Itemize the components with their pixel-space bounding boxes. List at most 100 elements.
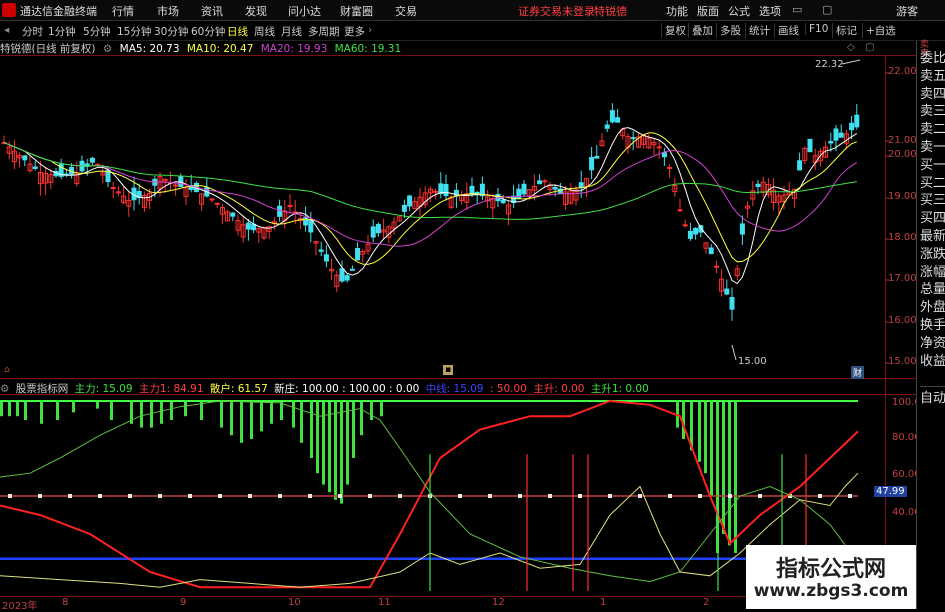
indicator-name[interactable]: 股票指标网 bbox=[16, 383, 69, 395]
chart-expand-icon[interactable]: ▢ bbox=[865, 42, 874, 53]
candle-body bbox=[578, 182, 584, 188]
main-force-bar bbox=[310, 401, 313, 458]
x-tick-oct: 10 bbox=[288, 597, 301, 608]
candle-body bbox=[355, 248, 361, 261]
x-tick-feb: 2 bbox=[703, 597, 710, 608]
side-item-3[interactable]: 卖三 bbox=[920, 100, 945, 119]
main-force-bar bbox=[300, 401, 303, 443]
candle-body bbox=[318, 249, 324, 252]
candle-body bbox=[724, 288, 730, 295]
side-item-12[interactable]: 涨幅 bbox=[920, 261, 945, 280]
side-item-7[interactable]: 买二 bbox=[920, 172, 945, 191]
scroll-marker-icon[interactable]: ▪ bbox=[443, 365, 454, 375]
main-force-bar bbox=[704, 401, 707, 474]
candle-body bbox=[443, 184, 449, 197]
price-tick-18: 18.00 bbox=[888, 232, 917, 243]
candle-body bbox=[537, 180, 543, 185]
candle-body bbox=[833, 128, 839, 141]
fifty-dot bbox=[458, 494, 462, 498]
price-tick-16: 16.00 bbox=[888, 315, 917, 326]
candle-body bbox=[344, 275, 350, 281]
price-tick-20: 20.00 bbox=[888, 149, 917, 160]
fifty-dot bbox=[668, 494, 672, 498]
main-force-bar bbox=[346, 401, 349, 485]
main-force-bar bbox=[322, 401, 325, 485]
side-item-13[interactable]: 总量 bbox=[920, 278, 945, 297]
main-force-bar bbox=[0, 401, 3, 417]
side-item-16[interactable]: 净资 bbox=[920, 332, 945, 351]
ind-rise1: 主升1: 0.00 bbox=[590, 383, 649, 395]
main-force-bar bbox=[734, 401, 737, 553]
side-item-8[interactable]: 买三 bbox=[920, 189, 945, 208]
fifty-dot bbox=[728, 494, 732, 498]
indicator-settings-icon[interactable]: ⚙ bbox=[0, 383, 9, 395]
main-force-bar bbox=[710, 401, 713, 496]
high-annotation-line bbox=[841, 59, 861, 65]
x-tick-aug: 8 bbox=[62, 597, 69, 608]
ind-retail: 散户: 61.57 bbox=[209, 383, 268, 395]
side-item-10[interactable]: 最新 bbox=[920, 225, 945, 244]
side-item-6[interactable]: 买一 bbox=[920, 154, 945, 173]
chart-canvas[interactable] bbox=[0, 0, 945, 609]
fifty-dot bbox=[8, 494, 12, 498]
candle-body bbox=[339, 268, 345, 282]
candle-body bbox=[755, 183, 761, 188]
candle-body bbox=[323, 254, 329, 262]
main-force-bar bbox=[96, 401, 99, 409]
x-tick-sep: 9 bbox=[180, 597, 187, 608]
low-price-label: 15.00 bbox=[738, 356, 767, 367]
main-force-bar bbox=[40, 401, 43, 424]
candle-body bbox=[656, 146, 662, 149]
candle-body bbox=[609, 110, 615, 123]
candle-body bbox=[589, 156, 595, 171]
main-force-bar bbox=[380, 401, 383, 417]
candle-body bbox=[308, 219, 314, 233]
fifty-dot bbox=[698, 494, 702, 498]
fifty-dot bbox=[848, 494, 852, 498]
side-item-5[interactable]: 卖一 bbox=[920, 136, 945, 155]
side-item-1[interactable]: 卖五 bbox=[920, 65, 945, 84]
side-item-4[interactable]: 卖二 bbox=[920, 118, 945, 137]
chart-options-icon[interactable]: ◇ bbox=[847, 42, 855, 53]
side-item-15[interactable]: 换手 bbox=[920, 314, 945, 333]
ind-midline: 中线: 15.09 bbox=[425, 383, 484, 395]
candle-body bbox=[797, 160, 803, 171]
candle-body bbox=[433, 190, 439, 193]
fifty-dot bbox=[278, 494, 282, 498]
fifty-dot bbox=[398, 494, 402, 498]
ind-fifty: : 50.00 bbox=[489, 383, 527, 395]
fifty-dot bbox=[368, 494, 372, 498]
side-item-14[interactable]: 外盘 bbox=[920, 296, 945, 315]
candle-body bbox=[173, 184, 179, 187]
main-force-bar bbox=[230, 401, 233, 436]
candle-body bbox=[401, 204, 407, 212]
main-force-bar bbox=[24, 401, 27, 420]
candle-body bbox=[661, 151, 667, 158]
candle-body bbox=[89, 157, 95, 163]
fifty-dot bbox=[758, 494, 762, 498]
price-tick-21: 21.00 bbox=[888, 135, 917, 146]
watermark-url: www.zbgs3.com bbox=[753, 581, 909, 601]
side-item-11[interactable]: 涨跌 bbox=[920, 243, 945, 262]
side-item-0[interactable]: 委比 bbox=[920, 47, 945, 66]
main-force-bar bbox=[240, 401, 243, 443]
fifty-dot bbox=[98, 494, 102, 498]
candle-body bbox=[615, 117, 621, 123]
finance-badge[interactable]: 财 bbox=[851, 366, 865, 379]
low-annotation-line bbox=[731, 344, 737, 361]
side-item-2[interactable]: 卖四 bbox=[920, 83, 945, 102]
candle-body bbox=[407, 195, 413, 207]
candle-body bbox=[708, 247, 714, 255]
main-force-bar bbox=[72, 401, 75, 413]
candle-body bbox=[110, 187, 116, 190]
side-item-17[interactable]: 收益 bbox=[920, 350, 945, 369]
side-item-9[interactable]: 买四 bbox=[920, 207, 945, 226]
main-force-bar bbox=[698, 401, 701, 462]
fifty-dot bbox=[578, 494, 582, 498]
side-auto-button[interactable]: 自动 bbox=[920, 386, 945, 406]
fifty-dot bbox=[308, 494, 312, 498]
candle-body bbox=[230, 212, 236, 217]
price-tick-15: 15.00 bbox=[888, 356, 917, 367]
fifty-dot bbox=[68, 494, 72, 498]
main-force-bar bbox=[16, 401, 19, 417]
